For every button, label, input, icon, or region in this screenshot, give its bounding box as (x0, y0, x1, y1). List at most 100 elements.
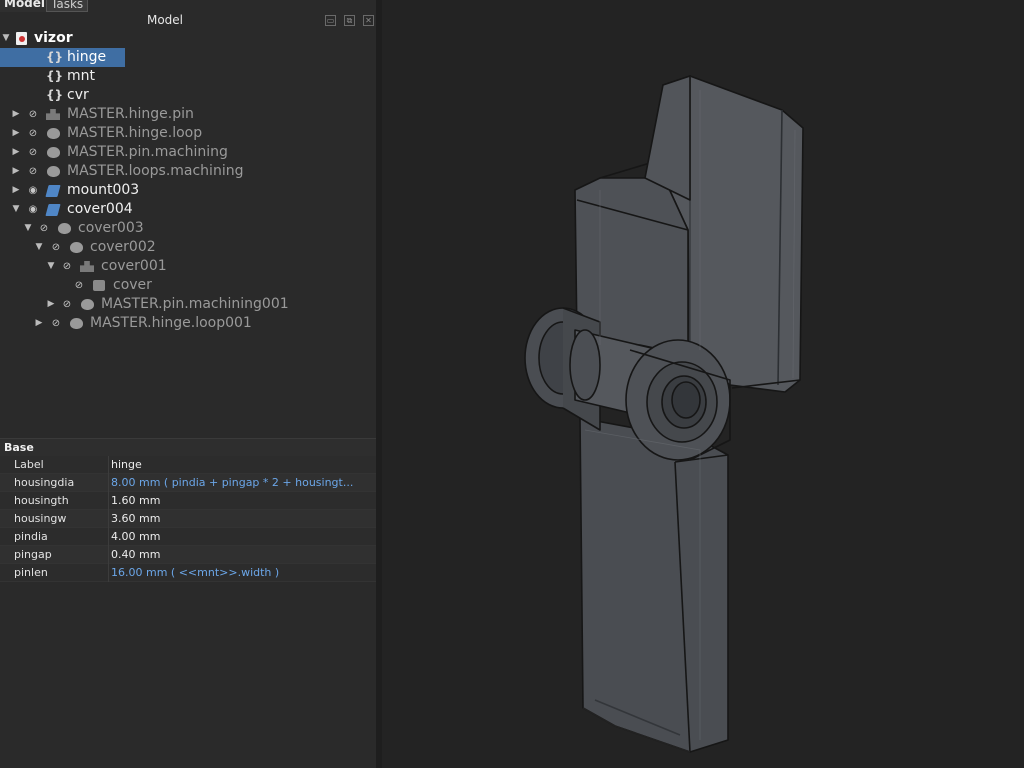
hidden-eye-icon[interactable]: ⊘ (26, 105, 40, 124)
tree-item-hinge[interactable]: {} hinge (0, 48, 377, 67)
extrude-icon (79, 257, 95, 276)
document-icon (13, 29, 29, 48)
tree-item-label: vizor (34, 30, 73, 46)
tree-item-master-hinge-loop001[interactable]: ▶ ⊘ MASTER.hinge.loop001 (0, 314, 377, 333)
sheet-icon (45, 181, 61, 200)
hidden-eye-icon[interactable]: ⊘ (26, 124, 40, 143)
tree-item-label: MASTER.hinge.pin (67, 106, 194, 122)
property-row-housingth[interactable]: housingth 1.60 mm (0, 492, 377, 510)
tree-item-label: cover003 (78, 220, 144, 236)
expand-arrow-icon[interactable]: ▶ (11, 105, 21, 124)
boolean-icon (68, 238, 84, 257)
tree-item-label: hinge (67, 49, 107, 65)
tree-item-cover002[interactable]: ▼ ⊘ cover002 (0, 238, 377, 257)
tree-item-label: cover001 (101, 258, 167, 274)
property-value[interactable]: 4.00 mm (111, 528, 375, 546)
hidden-eye-icon[interactable]: ⊘ (72, 276, 86, 295)
hidden-eye-icon[interactable]: ⊘ (49, 238, 63, 257)
property-group-header[interactable]: Base (0, 438, 377, 456)
hidden-eye-icon[interactable]: ⊘ (60, 257, 74, 276)
3d-viewport[interactable] (382, 0, 1024, 768)
collapse-arrow-icon[interactable]: ▼ (11, 200, 21, 219)
tree-item-cover003[interactable]: ▼ ⊘ cover003 (0, 219, 377, 238)
panel-tabs: Model Tasks (0, 0, 377, 12)
tree-item-mount003[interactable]: ▶ ◉ mount003 (0, 181, 377, 200)
tree-item-cover[interactable]: ⊘ cover (0, 276, 377, 295)
property-value[interactable]: 8.00 mm ( pindia + pingap * 2 + housingt… (111, 474, 375, 492)
boolean-icon (45, 143, 61, 162)
tab-tasks[interactable]: Tasks (46, 0, 88, 12)
property-row-label[interactable]: Label hinge (0, 456, 377, 474)
tree-item-cover001[interactable]: ▼ ⊘ cover001 (0, 257, 377, 276)
visible-eye-icon[interactable]: ◉ (26, 200, 40, 219)
expand-arrow-icon[interactable]: ▶ (11, 143, 21, 162)
expand-arrow-icon[interactable]: ▶ (34, 314, 44, 333)
hidden-eye-icon[interactable]: ⊘ (60, 295, 74, 314)
tree-item-label: cover (113, 277, 152, 293)
tree-item-master-hinge-loop[interactable]: ▶ ⊘ MASTER.hinge.loop (0, 124, 377, 143)
boolean-icon (79, 295, 95, 314)
expand-arrow-icon[interactable]: ▶ (11, 181, 21, 200)
tree-item-cvr[interactable]: {} cvr (0, 86, 377, 105)
property-row-pingap[interactable]: pingap 0.40 mm (0, 546, 377, 564)
property-value[interactable]: 3.60 mm (111, 510, 375, 528)
hidden-eye-icon[interactable]: ⊘ (49, 314, 63, 333)
collapse-arrow-icon[interactable]: ▼ (46, 257, 56, 276)
tree-item-label: MASTER.loops.machining (67, 163, 244, 179)
boolean-icon (45, 124, 61, 143)
property-name: Label (14, 458, 44, 471)
hidden-eye-icon[interactable]: ⊘ (26, 162, 40, 181)
expand-arrow-icon[interactable]: ▶ (11, 124, 21, 143)
hidden-eye-icon[interactable]: ⊘ (26, 143, 40, 162)
property-name: pingap (14, 548, 52, 561)
boolean-icon (56, 219, 72, 238)
property-row-housingdia[interactable]: housingdia 8.00 mm ( pindia + pingap * 2… (0, 474, 377, 492)
tree-item-label: mnt (67, 68, 95, 84)
hidden-eye-icon[interactable]: ⊘ (37, 219, 51, 238)
property-name: housingw (14, 512, 67, 525)
tree-item-label: cvr (67, 87, 89, 103)
property-value[interactable]: 1.60 mm (111, 492, 375, 510)
hinge-model-render[interactable] (382, 0, 1024, 768)
tree-item-label: MASTER.hinge.loop (67, 125, 203, 141)
spreadsheet-icon: {} (46, 88, 64, 102)
property-name: pindia (14, 530, 48, 543)
tab-model[interactable]: Model (0, 0, 46, 12)
property-row-pindia[interactable]: pindia 4.00 mm (0, 528, 377, 546)
property-value[interactable]: 16.00 mm ( <<mnt>>.width ) (111, 564, 375, 582)
close-button[interactable]: ✕ (363, 15, 374, 26)
tree-item-master-loops-machining[interactable]: ▶ ⊘ MASTER.loops.machining (0, 162, 377, 181)
spreadsheet-icon: {} (46, 69, 64, 83)
tree-item-label: mount003 (67, 182, 140, 198)
tree-item-label: MASTER.pin.machining (67, 144, 228, 160)
tree-item-mnt[interactable]: {} mnt (0, 67, 377, 86)
minimize-button[interactable]: ▭ (325, 15, 336, 26)
expand-arrow-icon[interactable]: ▶ (46, 295, 56, 314)
tree-item-cover004[interactable]: ▼ ◉ cover004 (0, 200, 377, 219)
boolean-icon (68, 314, 84, 333)
property-row-pinlen[interactable]: pinlen 16.00 mm ( <<mnt>>.width ) (0, 564, 377, 582)
tree-item-label: MASTER.pin.machining001 (101, 296, 289, 312)
spreadsheet-icon: {} (46, 50, 64, 64)
tree-item-master-pin-machining001[interactable]: ▶ ⊘ MASTER.pin.machining001 (0, 295, 377, 314)
collapse-arrow-icon[interactable]: ▼ (23, 219, 33, 238)
model-panel: Model Tasks Model ▭ ⧉ ✕ ▼ vizor {} hinge… (0, 0, 377, 768)
property-value[interactable]: 0.40 mm (111, 546, 375, 564)
sketch-icon (91, 276, 107, 295)
expand-arrow-icon[interactable]: ▶ (11, 162, 21, 181)
extrude-icon (45, 105, 61, 124)
tree-item-master-hinge-pin[interactable]: ▶ ⊘ MASTER.hinge.pin (0, 105, 377, 124)
float-button[interactable]: ⧉ (344, 15, 355, 26)
tree-item-vizor[interactable]: ▼ vizor (0, 29, 377, 48)
visible-eye-icon[interactable]: ◉ (26, 181, 40, 200)
collapse-arrow-icon[interactable]: ▼ (34, 238, 44, 257)
tree-item-label: MASTER.hinge.loop001 (90, 315, 252, 331)
collapse-arrow-icon[interactable]: ▼ (1, 29, 11, 48)
tree-item-label: cover004 (67, 201, 133, 217)
property-value[interactable]: hinge (111, 456, 375, 474)
property-row-housingw[interactable]: housingw 3.60 mm (0, 510, 377, 528)
sheet-icon (45, 200, 61, 219)
property-name: pinlen (14, 566, 48, 579)
tree-item-master-pin-machining[interactable]: ▶ ⊘ MASTER.pin.machining (0, 143, 377, 162)
boolean-icon (45, 162, 61, 181)
